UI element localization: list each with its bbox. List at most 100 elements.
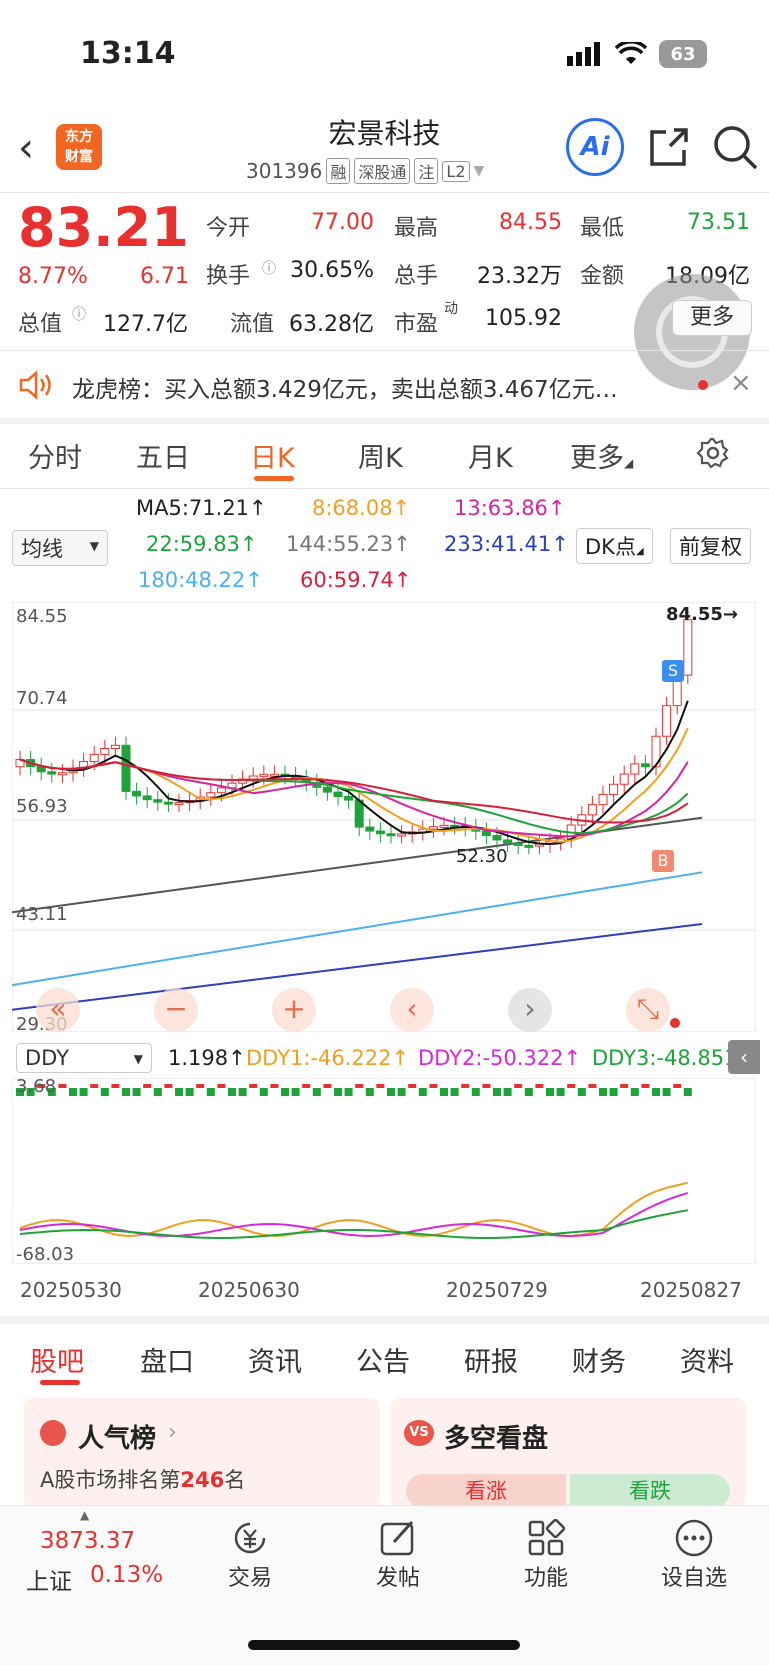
rewind-button[interactable]: « — [36, 988, 80, 1032]
close-icon[interactable]: × — [730, 368, 752, 398]
trade-icon[interactable] — [230, 1518, 270, 1558]
candle — [100, 748, 110, 755]
tab-daily-k[interactable]: 日K — [250, 436, 295, 475]
tab-research[interactable]: 研报 — [464, 1340, 518, 1379]
ddy2-label: DDY2:-50.322↑ — [418, 1046, 582, 1070]
price-axis-4: 43.11 — [16, 904, 68, 925]
ddy-bar — [143, 1084, 152, 1088]
ddy-bar — [524, 1088, 533, 1096]
candle — [333, 791, 343, 798]
chart-bar-icon — [40, 1420, 66, 1446]
candle — [365, 826, 375, 832]
candle — [439, 824, 449, 828]
gear-icon[interactable] — [696, 436, 730, 470]
ddy-bar — [79, 1088, 88, 1096]
stock-code-line: 301396 融 深股通 注 L2 ▼ — [246, 158, 484, 184]
high-label: 最高 — [394, 216, 439, 241]
zoom-out-button[interactable]: − — [154, 988, 198, 1032]
share-icon[interactable] — [648, 126, 690, 168]
popularity-title: 人气榜 — [78, 1424, 157, 1454]
candle — [397, 833, 407, 837]
volume-value: 23.32万 — [477, 264, 562, 289]
grid-icon[interactable] — [526, 1518, 566, 1558]
function-label[interactable]: 功能 — [496, 1560, 596, 1592]
ddy-bar — [164, 1084, 173, 1088]
candle — [598, 793, 608, 806]
ddy-bar — [270, 1084, 279, 1088]
tab-monthly-k[interactable]: 月K — [468, 436, 513, 475]
sell-signal[interactable]: S — [662, 660, 684, 682]
date-axis-3: 20250729 — [446, 1278, 548, 1302]
unread-dot — [698, 380, 708, 390]
ma233-label: 233:41.41↑ — [444, 532, 569, 556]
turnover-value: 30.65% — [290, 258, 374, 283]
more-button[interactable]: 更多 — [672, 300, 752, 336]
float-value: 63.28亿 — [289, 312, 374, 337]
ddy-bar — [355, 1084, 364, 1088]
active-tab-indicator — [254, 476, 294, 481]
ddy-axis-top: 3.68 — [16, 1076, 57, 1097]
bear-button[interactable]: 看跌 — [570, 1474, 730, 1508]
duokong-title: 多空看盘 — [444, 1424, 549, 1454]
status-time: 13:14 — [80, 36, 176, 71]
tab-more[interactable]: 更多◢ — [570, 436, 633, 475]
info-icon[interactable]: ⓘ — [262, 258, 276, 278]
bull-button[interactable]: 看涨 — [406, 1474, 566, 1508]
collapse-icon[interactable]: ‹ — [728, 1040, 760, 1074]
low-value: 73.51 — [687, 210, 750, 235]
index-name[interactable]: 上证 — [26, 1562, 72, 1596]
index-change[interactable]: 0.13% — [90, 1562, 163, 1588]
trade-label[interactable]: 交易 — [200, 1560, 300, 1592]
fullscreen-icon[interactable]: ⤡ — [626, 988, 670, 1032]
ddy-bar — [111, 1084, 120, 1088]
ddy-value: 1.198↑ — [168, 1046, 246, 1070]
tab-intraday[interactable]: 分时 — [28, 436, 82, 475]
ddy-bar — [673, 1084, 682, 1088]
ma8-label: 8:68.08↑ — [312, 496, 411, 520]
vs-icon: VS — [404, 1420, 434, 1446]
search-icon[interactable] — [712, 124, 758, 170]
ma-selector[interactable]: 均线 ▼ — [12, 530, 108, 566]
candle — [587, 804, 597, 816]
post-label[interactable]: 发帖 — [348, 1560, 448, 1592]
ma60-label: 60:59.74↑ — [300, 568, 412, 592]
tab-five-day[interactable]: 五日 — [136, 436, 190, 475]
tab-finance[interactable]: 财务 — [572, 1340, 626, 1379]
battery-icon: 63 — [659, 40, 707, 68]
dk-point-button[interactable]: DK点◢ — [576, 528, 653, 564]
buy-signal[interactable]: B — [652, 850, 674, 872]
candle — [609, 783, 619, 795]
dropdown-icon[interactable]: ▼ — [474, 163, 485, 179]
watchlist-label[interactable]: 设自选 — [644, 1560, 744, 1592]
notice-text[interactable]: 龙虎榜：买入总额3.429亿元，卖出总额3.467亿元… — [72, 370, 672, 404]
ddy-bar — [652, 1088, 660, 1096]
tab-announcement[interactable]: 公告 — [356, 1340, 410, 1379]
info-icon[interactable]: ⓘ — [72, 304, 86, 324]
edit-icon[interactable] — [378, 1518, 418, 1558]
ddy-bar — [577, 1088, 586, 1096]
prev-button[interactable]: ‹ — [390, 988, 434, 1032]
tab-weekly-k[interactable]: 周K — [358, 436, 403, 475]
tag-margin: 融 — [326, 158, 351, 184]
tab-profile[interactable]: 资料 — [680, 1340, 734, 1379]
tab-pankou[interactable]: 盘口 — [140, 1340, 194, 1379]
adjust-button[interactable]: 前复权 — [670, 528, 751, 564]
more-dots-icon[interactable] — [674, 1518, 714, 1558]
amount-label: 金额 — [580, 264, 625, 289]
ddy-bar — [556, 1088, 565, 1096]
zoom-in-button[interactable]: + — [272, 988, 316, 1032]
ai-button[interactable]: Ai — [566, 118, 624, 176]
candle — [206, 792, 216, 798]
tab-guba[interactable]: 股吧 — [30, 1340, 84, 1379]
ddy-bar — [217, 1084, 226, 1088]
tag-connect: 深股通 — [354, 158, 411, 184]
index-value[interactable]: 3873.37 — [40, 1528, 135, 1554]
next-button[interactable]: › — [508, 988, 552, 1032]
tag-registered: 注 — [414, 158, 439, 184]
tab-news[interactable]: 资讯 — [248, 1340, 302, 1379]
wifi-icon — [615, 42, 647, 64]
indicator-selector[interactable]: DDY ▼ — [16, 1043, 152, 1073]
ddy-chart[interactable] — [12, 1078, 756, 1264]
kline-chart[interactable] — [12, 602, 756, 1032]
candle — [142, 795, 152, 801]
